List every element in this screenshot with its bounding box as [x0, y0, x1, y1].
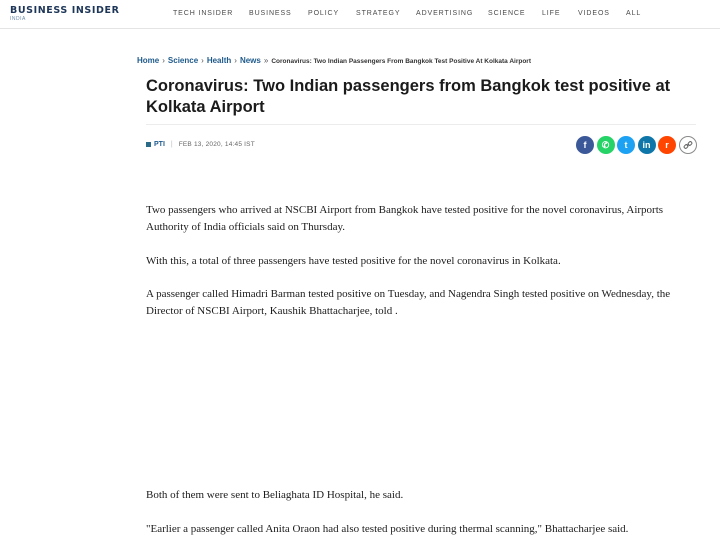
nav-item-advertising[interactable]: ADVERTISING — [416, 10, 473, 17]
nav-item-strategy[interactable]: STRATEGY — [356, 10, 400, 17]
author-name[interactable]: PTI — [154, 141, 165, 148]
share-bar: f ✆ t in r — [576, 136, 697, 154]
breadcrumb-separator: › — [234, 56, 237, 65]
article-paragraph: "Earlier a passenger called Anita Oraon … — [146, 523, 629, 535]
article-title: Coronavirus: Two Indian passengers from … — [146, 77, 671, 116]
breadcrumb-last-separator: » — [263, 56, 269, 65]
breadcrumb-home[interactable]: Home — [137, 56, 159, 65]
site-logo[interactable]: BUSINESS INSIDER INDIA — [10, 6, 120, 23]
linkedin-glyph: in — [642, 140, 651, 150]
nav-item-science[interactable]: SCIENCE — [488, 10, 525, 17]
article-paragraph: Two passengers who arrived at NSCBI Airp… — [146, 204, 664, 233]
top-bar: BUSINESS INSIDER INDIA TECH INSIDER BUSI… — [0, 0, 720, 29]
logo-main-text: BUSINESS INSIDER — [10, 5, 120, 16]
nav-item-business[interactable]: BUSINESS — [249, 10, 292, 17]
whatsapp-glyph: ✆ — [601, 139, 610, 150]
whatsapp-icon[interactable]: ✆ — [596, 136, 615, 154]
byline: PTI | FEB 13, 2020, 14:45 IST — [146, 141, 255, 148]
article-paragraph: With this, a total of three passengers h… — [146, 255, 561, 267]
breadcrumb-current: Coronavirus: Two Indian Passengers From … — [271, 58, 532, 65]
nav-item-videos[interactable]: VIDEOS — [578, 10, 610, 17]
byline-divider: | — [170, 141, 173, 148]
reddit-icon[interactable]: r — [658, 136, 676, 154]
linkedin-icon[interactable]: in — [637, 136, 656, 154]
facebook-glyph: f — [583, 140, 587, 150]
breadcrumb: Home › Science › Health › News» Coronavirus: Tw… — [137, 56, 531, 65]
logo-sub-text: INDIA — [10, 16, 26, 22]
breadcrumb-health[interactable]: Health — [207, 56, 231, 65]
breadcrumb-news[interactable]: News — [240, 56, 261, 65]
publish-date: FEB 13, 2020, 14:45 IST — [178, 141, 255, 148]
article-paragraph: A passenger called Himadri Barman tested… — [146, 288, 671, 317]
link-glyph — [683, 141, 692, 149]
reddit-glyph: r — [665, 140, 669, 150]
link-icon[interactable] — [678, 136, 697, 154]
twitter-icon[interactable]: t — [617, 136, 635, 154]
twitter-glyph: t — [624, 140, 628, 150]
nav-item-life[interactable]: LIFE — [542, 10, 560, 17]
facebook-icon[interactable]: f — [576, 136, 594, 154]
title-divider — [146, 124, 696, 125]
nav-item-policy[interactable]: POLICY — [308, 10, 339, 17]
breadcrumb-science[interactable]: Science — [168, 56, 198, 65]
author-marker-icon — [146, 142, 151, 147]
nav-item-all[interactable]: ALL — [626, 10, 641, 17]
article-paragraph: Both of them were sent to Beliaghata ID … — [146, 489, 404, 501]
nav-item-tech-insider[interactable]: TECH INSIDER — [173, 10, 233, 17]
breadcrumb-separator: › — [201, 56, 204, 65]
breadcrumb-separator: › — [162, 56, 165, 65]
